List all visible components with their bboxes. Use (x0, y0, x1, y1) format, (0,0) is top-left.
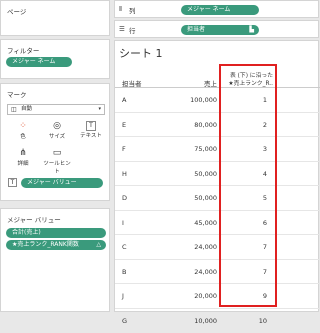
filter-pill[interactable]: メジャー ネーム (6, 57, 72, 67)
table-row[interactable]: A100,0001 (115, 88, 320, 113)
table-row[interactable]: D50,0005 (115, 186, 320, 211)
auto-icon: ◫ (11, 105, 17, 114)
rows-pill[interactable]: 担当者 ▙ (181, 25, 259, 35)
detail-label: 詳細 (17, 161, 28, 167)
row-name: B (122, 268, 126, 276)
row-sales: 45,000 (175, 219, 217, 227)
columns-shelf: ⦀ 列 メジャー ネーム (114, 0, 319, 18)
rows-icon: ☰ (119, 25, 125, 33)
row-name: I (122, 219, 124, 227)
row-name: H (122, 170, 127, 178)
row-sales: 24,000 (175, 268, 217, 276)
columns-pill[interactable]: メジャー ネーム (181, 5, 259, 15)
rows-label: 行 (129, 25, 136, 35)
row-name: J (122, 292, 124, 300)
measure-pill-sum-sales-label: 合計(売上) (12, 229, 41, 236)
marks-title: マーク (7, 89, 27, 99)
detail-icon: ⋔ (7, 147, 39, 159)
rows-shelf: ☰ 行 担当者 ▙ (114, 20, 319, 38)
sort-icon: ▙ (249, 25, 254, 35)
text-label: テキスト (80, 133, 102, 139)
row-sales: 20,000 (175, 292, 217, 300)
table-row[interactable]: B24,0007 (115, 260, 320, 285)
size-icon: ◎ (41, 120, 73, 132)
filters-title: フィルター (7, 45, 39, 55)
row-name: D (122, 194, 127, 202)
table-calc-icon: △ (96, 240, 101, 250)
measure-values-title: メジャー バリュー (7, 214, 61, 224)
measure-values-card: メジャー バリュー 合計(売上) ★売上ランク_RANK関数 △ (0, 208, 110, 312)
filters-card: フィルター メジャー ネーム (0, 39, 110, 79)
marks-card: マーク ◫ 自動 ▾ ⁘ 色 ◎ サイズ T テキスト ⋔ 詳細 ▭ ツールヒン… (0, 83, 110, 201)
sheet-view: シート 1 担当者 売上 表 (下) に沿った ★売上ランク_R.. A100,… (114, 40, 319, 312)
row-sales: 50,000 (175, 170, 217, 178)
filter-pill-label: メジャー ネーム (12, 58, 55, 65)
size-label: サイズ (49, 134, 65, 140)
pages-title: ページ (7, 6, 26, 16)
row-name: A (122, 96, 126, 104)
text-mark-icon: T (8, 178, 17, 187)
table-row[interactable]: H50,0004 (115, 162, 320, 187)
table-row[interactable]: I45,0006 (115, 211, 320, 236)
row-name: E (122, 121, 126, 129)
measure-pill-rank[interactable]: ★売上ランク_RANK関数 △ (6, 240, 106, 250)
text-measure-pill[interactable]: メジャー バリュー (21, 178, 103, 188)
tooltip-icon: ▭ (41, 147, 73, 159)
sheet-title: シート 1 (119, 45, 163, 61)
text-button[interactable]: T テキスト (75, 120, 107, 144)
rows-pill-label: 担当者 (187, 26, 205, 33)
tooltip-button[interactable]: ▭ ツールヒント (41, 147, 73, 171)
table-row[interactable]: C24,0007 (115, 235, 320, 260)
row-sales: 50,000 (175, 194, 217, 202)
detail-button[interactable]: ⋔ 詳細 (7, 147, 39, 171)
rank-highlight-box (219, 64, 277, 307)
chevron-down-icon: ▾ (98, 105, 101, 114)
row-sales: 10,000 (175, 317, 217, 325)
mark-type-dropdown[interactable]: ◫ 自動 ▾ (7, 104, 105, 115)
table-row[interactable]: F75,0003 (115, 137, 320, 162)
color-button[interactable]: ⁘ 色 (7, 120, 39, 144)
mark-type-label: 自動 (21, 105, 32, 114)
row-rank: 10 (245, 317, 267, 325)
row-name: G (122, 317, 127, 325)
color-icon: ⁘ (7, 120, 39, 132)
table-row[interactable]: G 10,000 10 (115, 309, 320, 333)
table-row[interactable]: E80,0002 (115, 113, 320, 138)
row-sales: 75,000 (175, 145, 217, 153)
columns-pill-label: メジャー ネーム (187, 6, 230, 13)
table-row[interactable]: J20,0009 (115, 284, 320, 309)
row-sales: 24,000 (175, 243, 217, 251)
color-label: 色 (20, 134, 26, 140)
data-rows: A100,0001E80,0002F75,0003H50,0004D50,000… (115, 88, 320, 308)
pages-card: ページ (0, 0, 110, 36)
row-name: C (122, 243, 127, 251)
measure-pill-rank-label: ★売上ランク_RANK関数 (12, 241, 79, 248)
tooltip-label: ツールヒント (43, 161, 71, 175)
columns-label: 列 (129, 5, 136, 15)
row-sales: 80,000 (175, 121, 217, 129)
row-name: F (122, 145, 126, 153)
columns-icon: ⦀ (119, 5, 122, 14)
text-icon: T (86, 121, 96, 131)
text-measure-pill-label: メジャー バリュー (27, 179, 77, 186)
size-button[interactable]: ◎ サイズ (41, 120, 73, 144)
measure-pill-sum-sales[interactable]: 合計(売上) (6, 228, 106, 238)
row-sales: 100,000 (175, 96, 217, 104)
